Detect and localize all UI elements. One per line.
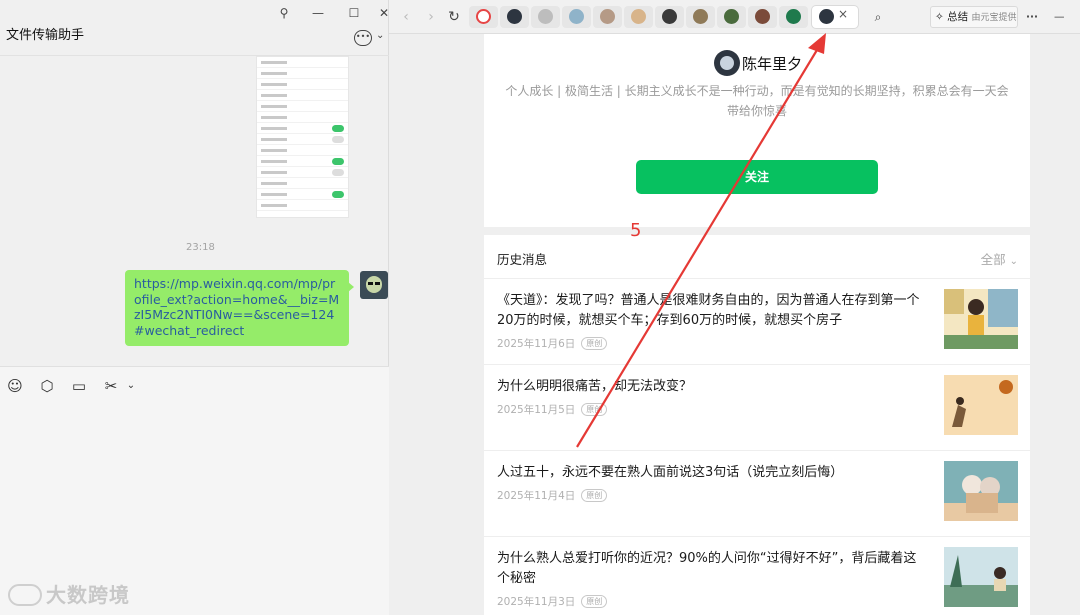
article-date: 2025年11月3日 bbox=[497, 596, 576, 608]
article-title[interactable]: 为什么明明很痛苦，却无法改变？ bbox=[497, 377, 927, 397]
search-icon[interactable]: ⌕ bbox=[868, 7, 888, 27]
tab[interactable] bbox=[593, 6, 622, 28]
folder-icon[interactable]: ▭ bbox=[70, 377, 88, 395]
link-message-bubble[interactable]: https://mp.weixin.qq.com/mp/profile_ext?… bbox=[125, 270, 354, 346]
article-date: 2025年11月6日 bbox=[497, 338, 576, 350]
refresh-icon[interactable]: ↻ bbox=[444, 7, 464, 27]
tab[interactable] bbox=[779, 6, 808, 28]
tab[interactable] bbox=[531, 6, 560, 28]
profile-card: 陈年里夕 个人成长 | 极简生活 | 长期主义成长不是一种行动，而是有觉知的长期… bbox=[484, 34, 1030, 227]
summary-provider: 由元宝提供 bbox=[971, 13, 1017, 23]
tab-bar: ‹ › ↻ × ⌕ ✧ 总结 由元宝提供 ··· — bbox=[389, 0, 1080, 34]
tab-active[interactable]: × bbox=[812, 6, 858, 28]
minimize-icon[interactable]: — bbox=[306, 4, 330, 22]
close-icon[interactable]: × bbox=[838, 7, 848, 21]
chat-header: ⚲ — ☐ ✕ 文件传输助手 ••• ⌄ bbox=[0, 0, 389, 56]
maximize-icon[interactable]: ☐ bbox=[342, 4, 366, 22]
article-item[interactable]: 为什么明明很痛苦，却无法改变？ 2025年11月5日 原创 bbox=[484, 365, 1030, 451]
follow-button[interactable]: 关注 bbox=[636, 160, 878, 194]
article-title[interactable]: 为什么熟人总爱打听你的近况？90%的人问你“过得好不好”，背后藏着这个秘密 bbox=[497, 549, 927, 589]
watermark-text: 大数跨境 bbox=[46, 583, 130, 607]
page-content: 陈年里夕 个人成长 | 极简生活 | 长期主义成长不是一种行动，而是有觉知的长期… bbox=[389, 34, 1080, 615]
tab[interactable] bbox=[624, 6, 653, 28]
pin-icon[interactable]: ⚲ bbox=[272, 4, 296, 22]
summary-label: 总结 bbox=[947, 11, 969, 23]
original-badge: 原创 bbox=[581, 489, 608, 502]
original-badge: 原创 bbox=[581, 595, 608, 608]
tab[interactable] bbox=[655, 6, 684, 28]
sparkle-icon: ✧ bbox=[935, 11, 944, 23]
account-name: 陈年里夕 bbox=[742, 55, 803, 73]
history-header: 历史消息 全部 ⌄ bbox=[484, 235, 1030, 279]
message-timestamp: 23:18 bbox=[186, 242, 215, 253]
original-badge: 原创 bbox=[581, 337, 608, 350]
forward-icon[interactable]: › bbox=[421, 7, 441, 27]
chevron-down-icon: ⌄ bbox=[1009, 256, 1018, 267]
more-icon[interactable]: ··· bbox=[1026, 7, 1038, 27]
back-icon[interactable]: ‹ bbox=[396, 7, 416, 27]
article-thumbnail[interactable] bbox=[944, 289, 1018, 349]
article-title[interactable]: 人过五十，永远不要在熟人面前说这3句话（说完立刻后悔） bbox=[497, 463, 927, 483]
article-item[interactable]: 人过五十，永远不要在熟人面前说这3句话（说完立刻后悔） 2025年11月4日 原创 bbox=[484, 451, 1030, 537]
article-meta: 2025年11月5日 原创 bbox=[497, 402, 608, 417]
article-item[interactable]: 为什么熟人总爱打听你的近况？90%的人问你“过得好不好”，背后藏着这个秘密 20… bbox=[484, 537, 1030, 615]
box-icon[interactable]: ⬡ bbox=[38, 377, 56, 395]
avatar[interactable] bbox=[360, 271, 388, 299]
account-description: 个人成长 | 极简生活 | 长期主义成长不是一种行动，而是有觉知的长期坚持，积累… bbox=[505, 84, 1009, 118]
watermark-logo-icon bbox=[8, 584, 42, 606]
tab[interactable] bbox=[748, 6, 777, 28]
tab[interactable] bbox=[717, 6, 746, 28]
original-badge: 原创 bbox=[581, 403, 608, 416]
wechat-window: ⚲ — ☐ ✕ 文件传输助手 ••• ⌄ 23:18 https://mp.we… bbox=[0, 0, 389, 615]
article-thumbnail[interactable] bbox=[944, 461, 1018, 521]
history-list: 历史消息 全部 ⌄ 《天道》：发现了吗？普通人是很难财务自由的，因为普通人在存到… bbox=[484, 235, 1030, 615]
article-date: 2025年11月5日 bbox=[497, 404, 576, 416]
chevron-down-icon[interactable]: ⌄ bbox=[376, 30, 384, 41]
chevron-down-icon[interactable]: ⌄ bbox=[122, 377, 140, 395]
annotation-number: 5 bbox=[630, 220, 642, 241]
screenshot-image[interactable] bbox=[256, 56, 349, 218]
chat-title: 文件传输助手 bbox=[6, 28, 85, 43]
article-thumbnail[interactable] bbox=[944, 375, 1018, 435]
article-title[interactable]: 《天道》：发现了吗？普通人是很难财务自由的，因为普通人在存到第一个20万的时候，… bbox=[497, 291, 927, 331]
tab[interactable] bbox=[686, 6, 715, 28]
article-meta: 2025年11月3日 原创 bbox=[497, 594, 608, 609]
message-input-area[interactable]: ☺ ⬡ ▭ ✂ ⌄ bbox=[0, 366, 389, 615]
emoji-icon[interactable]: ☺ bbox=[6, 377, 24, 395]
article-meta: 2025年11月4日 原创 bbox=[497, 488, 608, 503]
watermark: 大数跨境 bbox=[8, 579, 130, 608]
history-title: 历史消息 bbox=[497, 252, 548, 267]
tab[interactable] bbox=[500, 6, 529, 28]
browser-window: ‹ › ↻ × ⌕ ✧ 总结 由元宝提供 ··· — 陈年里夕 个人成长 | 极… bbox=[389, 0, 1080, 615]
tab[interactable] bbox=[469, 6, 498, 28]
article-thumbnail[interactable] bbox=[944, 547, 1018, 607]
filter-label: 全部 bbox=[980, 252, 1006, 267]
chat-icon[interactable]: ••• bbox=[354, 30, 372, 46]
summary-button[interactable]: ✧ 总结 由元宝提供 bbox=[930, 6, 1018, 28]
filter-dropdown[interactable]: 全部 ⌄ bbox=[981, 249, 1018, 268]
message-list: 23:18 https://mp.weixin.qq.com/mp/profil… bbox=[0, 56, 389, 366]
avatar[interactable] bbox=[714, 50, 740, 76]
article-date: 2025年11月4日 bbox=[497, 490, 576, 502]
tab[interactable] bbox=[562, 6, 591, 28]
article-item[interactable]: 《天道》：发现了吗？普通人是很难财务自由的，因为普通人在存到第一个20万的时候，… bbox=[484, 279, 1030, 365]
article-meta: 2025年11月6日 原创 bbox=[497, 336, 608, 351]
minimize-icon[interactable]: — bbox=[1054, 7, 1065, 27]
scissors-icon[interactable]: ✂ bbox=[102, 377, 120, 395]
